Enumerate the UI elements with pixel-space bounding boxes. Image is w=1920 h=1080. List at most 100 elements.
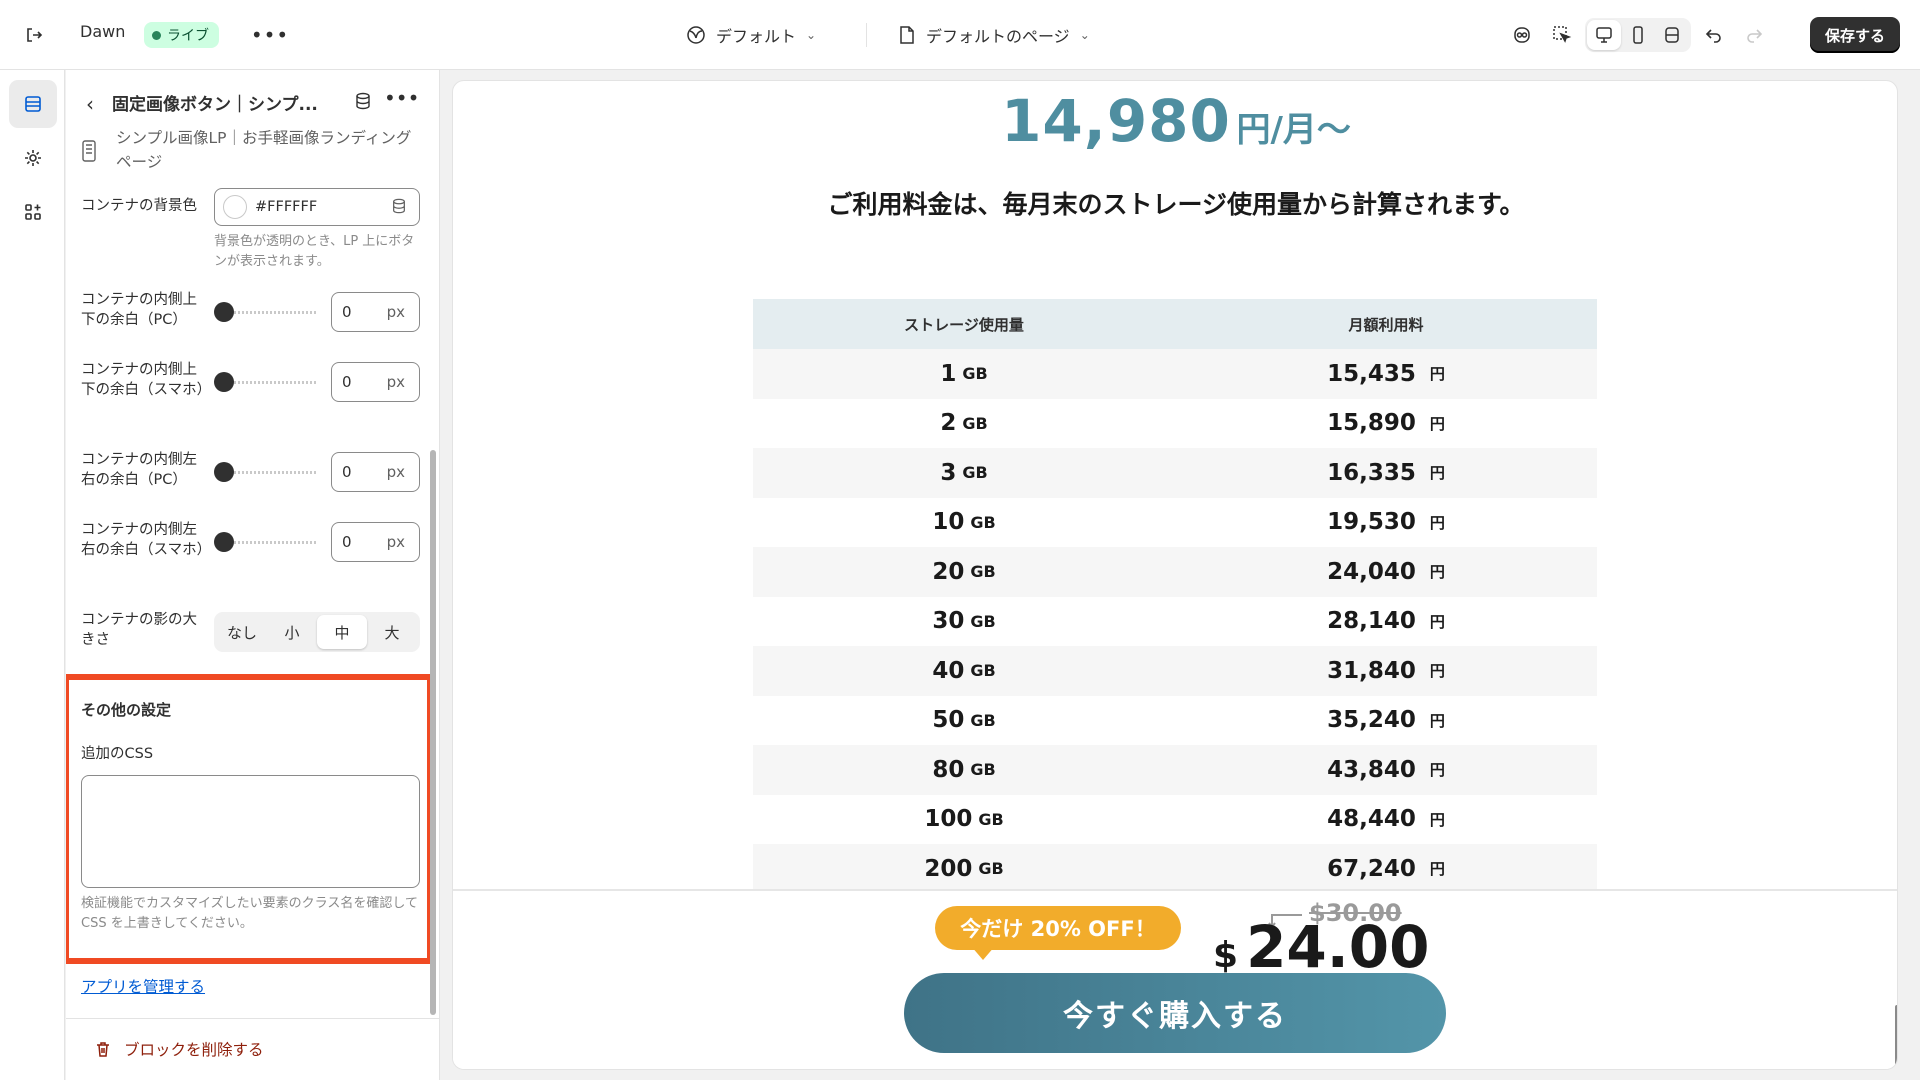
save-button[interactable]: 保存する xyxy=(1810,17,1900,53)
buy-now-button[interactable]: 今すぐ購入する xyxy=(904,973,1446,1053)
shadow-option-small[interactable]: 小 xyxy=(267,615,317,649)
color-swatch[interactable] xyxy=(223,195,247,219)
custom-css-label: 追加のCSS xyxy=(81,746,154,762)
shadow-size-label: コンテナの影の大きさ xyxy=(81,612,197,648)
inspector-icon[interactable] xyxy=(1505,18,1539,52)
storage-value: 30 xyxy=(932,608,965,635)
storage-unit: GB xyxy=(978,859,1004,879)
padding-slider[interactable] xyxy=(214,532,319,552)
padding-label: コンテナの内側上下の余白（PC） xyxy=(81,292,197,328)
redo-icon[interactable] xyxy=(1737,18,1771,52)
storage-unit: GB xyxy=(978,809,1004,829)
storage-unit: GB xyxy=(970,512,996,532)
storage-cell: 3 GB xyxy=(753,448,1175,498)
panel-scrollbar[interactable] xyxy=(430,450,436,1015)
padding-input[interactable]: 0 px xyxy=(331,292,420,332)
undo-icon[interactable] xyxy=(1697,18,1731,52)
table-row: 40 GB 31,840 円 xyxy=(753,646,1597,696)
offer-badge: 今だけ 20% OFF！ xyxy=(935,906,1181,950)
table-row: 30 GB 28,140 円 xyxy=(753,597,1597,647)
fee-value: 28,140 xyxy=(1327,608,1416,635)
custom-css-textarea[interactable] xyxy=(81,775,420,888)
table-body: 1 GB 15,435 円 2 GB 15,890 円 3 GB 16,335 円 10 GB 19,530… xyxy=(753,349,1597,894)
shadow-option-large[interactable]: 大 xyxy=(367,615,417,649)
fee-value: 35,240 xyxy=(1327,707,1416,734)
full-width-icon[interactable] xyxy=(1655,20,1689,50)
fee-unit: 円 xyxy=(1429,513,1445,532)
block-title: 固定画像ボタン｜シンプ... xyxy=(112,95,318,115)
slider-thumb[interactable] xyxy=(214,372,234,392)
padding-slider[interactable] xyxy=(214,372,319,392)
fee-cell: 15,890 円 xyxy=(1175,399,1597,449)
shadow-option-medium[interactable]: 中 xyxy=(317,615,367,649)
padding-input[interactable]: 0 px xyxy=(331,522,420,562)
status-badge-label: ライブ xyxy=(167,28,209,44)
select-element-icon[interactable] xyxy=(1545,18,1579,52)
divider xyxy=(866,23,867,47)
desktop-icon[interactable] xyxy=(1587,20,1621,50)
padding-value: 0 xyxy=(342,303,352,321)
top-bar: Dawn ライブ ••• デフォルト ⌄ デフォルトのページ ⌄ 保存する xyxy=(0,0,1920,70)
fee-cell: 28,140 円 xyxy=(1175,597,1597,647)
slider-thumb[interactable] xyxy=(214,302,234,322)
padding-slider[interactable] xyxy=(214,462,319,482)
storage-cell: 80 GB xyxy=(753,745,1175,795)
padding-slider[interactable] xyxy=(214,302,319,322)
table-row: 20 GB 24,040 円 xyxy=(753,547,1597,597)
back-arrow-icon[interactable]: ‹ xyxy=(78,92,102,116)
padding-value: 0 xyxy=(342,533,352,551)
theme-selector[interactable]: デフォルト ⌄ xyxy=(686,20,816,50)
preview-scrollbar[interactable] xyxy=(1895,81,1897,1069)
dynamic-source-icon[interactable] xyxy=(354,92,372,114)
padding-input[interactable]: 0 px xyxy=(331,362,420,402)
offer-badge-tail xyxy=(971,946,995,960)
padding-input[interactable]: 0 px xyxy=(331,452,420,492)
storage-value: 10 xyxy=(932,509,965,536)
storage-value: 2 xyxy=(940,410,957,437)
storage-unit: GB xyxy=(970,760,996,780)
fee-cell: 67,240 円 xyxy=(1175,844,1597,894)
bg-color-field[interactable]: #FFFFFF xyxy=(214,188,420,226)
more-actions-icon[interactable]: ••• xyxy=(251,20,288,50)
dynamic-source-icon[interactable] xyxy=(391,198,407,218)
exit-icon[interactable] xyxy=(20,21,48,49)
more-options-icon[interactable]: ••• xyxy=(384,86,419,110)
headline-price: 14,980 円/月〜 xyxy=(453,87,1897,155)
storage-cell: 200 GB xyxy=(753,844,1175,894)
editor-rail xyxy=(0,70,65,1080)
chevron-down-icon: ⌄ xyxy=(1079,28,1090,42)
slider-thumb[interactable] xyxy=(214,462,234,482)
storage-cell: 50 GB xyxy=(753,696,1175,746)
currency-symbol: $ xyxy=(1213,935,1239,976)
fee-value: 15,435 xyxy=(1327,360,1416,387)
mobile-icon[interactable] xyxy=(1621,20,1655,50)
storefront-preview: 14,980 円/月〜 ご利用料金は、毎月末のストレージ使用量から計算されます。… xyxy=(452,80,1898,1070)
fee-unit: 円 xyxy=(1429,612,1445,631)
storage-cell: 10 GB xyxy=(753,498,1175,548)
storage-value: 3 xyxy=(940,459,957,486)
storage-value: 200 xyxy=(924,855,973,882)
delete-block-button[interactable]: ブロックを削除する xyxy=(94,1038,264,1060)
theme-selector-label: デフォルト xyxy=(716,27,797,46)
table-row: 1 GB 15,435 円 xyxy=(753,349,1597,399)
apps-icon[interactable] xyxy=(9,188,57,236)
storage-cell: 40 GB xyxy=(753,646,1175,696)
fee-cell: 43,840 円 xyxy=(1175,745,1597,795)
device-toggle xyxy=(1585,18,1691,52)
page-icon xyxy=(900,26,914,44)
pricing-table: ストレージ使用量 月額利用料 1 GB 15,435 円 2 GB 15,890 円 3 GB 16… xyxy=(753,299,1597,894)
storage-value: 80 xyxy=(932,756,965,783)
block-settings-panel: ‹ 固定画像ボタン｜シンプ... ••• シンプル画像LP｜お手軽画像ランディン… xyxy=(66,70,440,1080)
headline-price-value: 14,980 xyxy=(1001,87,1231,155)
unit-label: px xyxy=(386,463,405,481)
manage-apps-link[interactable]: アプリを管理する xyxy=(81,975,205,997)
sections-icon[interactable] xyxy=(9,80,57,128)
table-row: 2 GB 15,890 円 xyxy=(753,399,1597,449)
store-name: Dawn xyxy=(80,22,126,41)
status-badge: ライブ xyxy=(144,22,219,48)
shadow-option-none[interactable]: なし xyxy=(217,615,267,649)
settings-gear-icon[interactable] xyxy=(9,134,57,182)
slider-thumb[interactable] xyxy=(214,532,234,552)
page-selector[interactable]: デフォルトのページ ⌄ xyxy=(898,20,1090,50)
storage-cell: 100 GB xyxy=(753,795,1175,845)
